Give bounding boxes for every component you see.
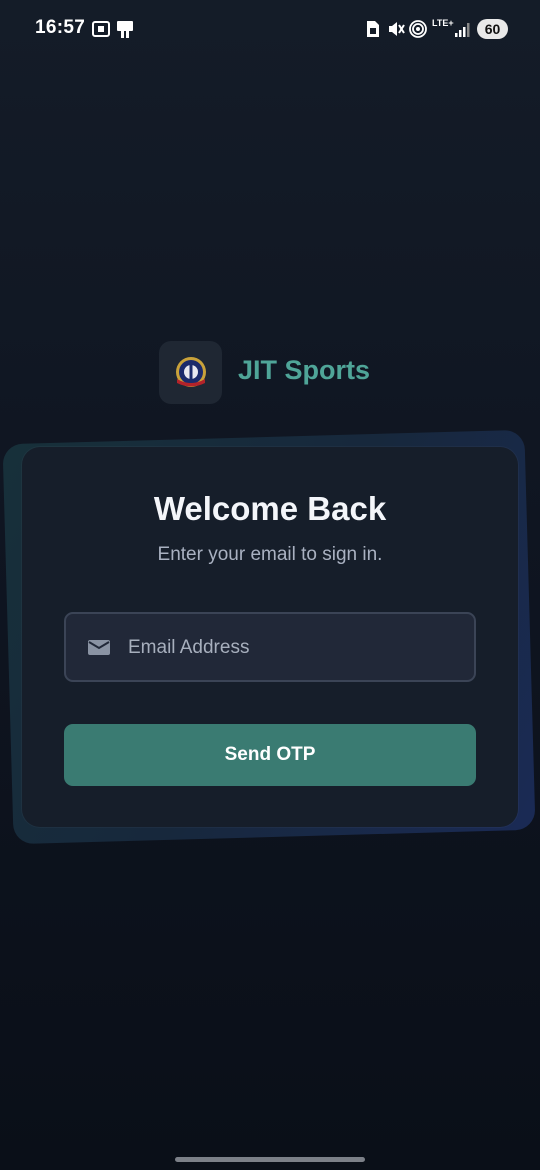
signal-icon xyxy=(455,23,470,37)
hotspot-icon xyxy=(409,20,427,38)
mute-icon xyxy=(389,22,405,36)
status-bar: 16:57 LTE+ 60 xyxy=(0,0,540,58)
status-time: 16:57 xyxy=(35,17,86,38)
screenshot-icon xyxy=(92,21,110,37)
battery-indicator: 60 xyxy=(477,19,508,39)
mail-icon xyxy=(88,640,110,655)
college-emblem-icon xyxy=(175,356,206,387)
email-field[interactable] xyxy=(64,612,476,682)
app-logo xyxy=(159,341,222,404)
lte-icon: LTE+ xyxy=(432,18,454,28)
page-title: Welcome Back xyxy=(153,490,387,527)
home-indicator[interactable] xyxy=(175,1157,365,1162)
email-input[interactable] xyxy=(126,614,460,682)
page-subtitle: Enter your email to sign in. xyxy=(157,544,383,565)
sim-icon xyxy=(367,21,379,37)
send-otp-button[interactable]: Send OTP xyxy=(64,724,476,786)
nfc-icon xyxy=(117,21,133,38)
app-name: JIT Sports xyxy=(238,355,371,385)
